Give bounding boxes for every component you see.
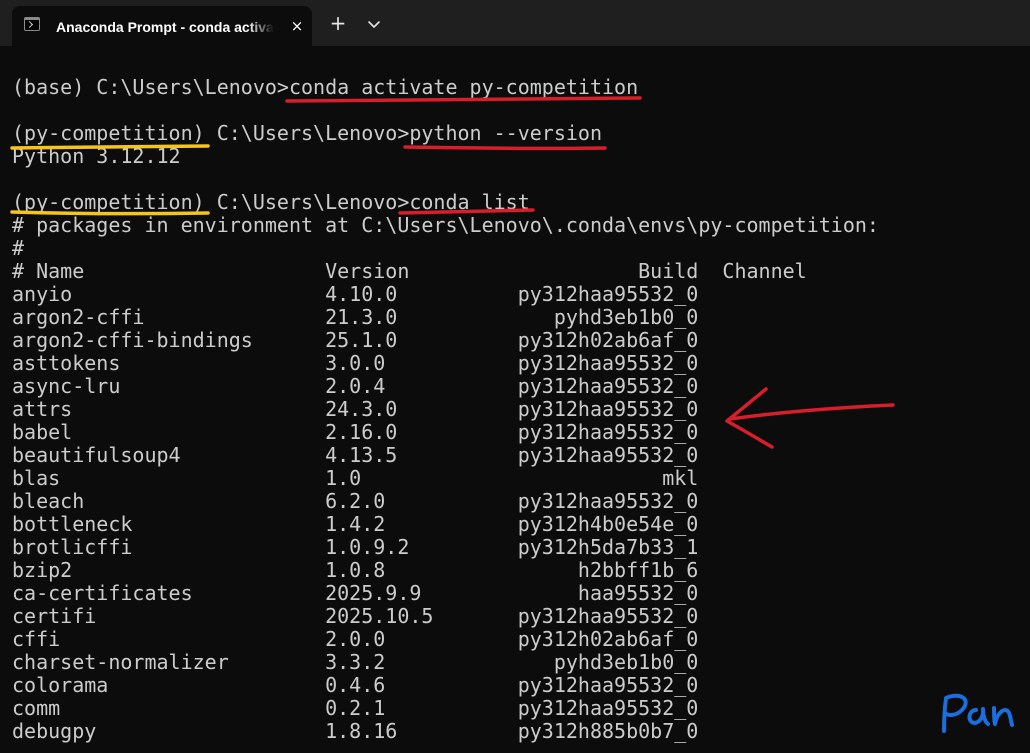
command-line-activate: (base) C:\Users\Lenovo>conda activate py… <box>12 75 639 99</box>
package-row: bleach 6.2.0 py312haa95532_0 <box>12 489 699 513</box>
package-row: attrs 24.3.0 py312haa95532_0 <box>12 397 699 421</box>
package-row: async-lru 2.0.4 py312haa95532_0 <box>12 374 699 398</box>
package-row: asttokens 3.0.0 py312haa95532_0 <box>12 351 699 375</box>
command-line-conda-list: (py-competition) C:\Users\Lenovo>conda l… <box>12 190 530 214</box>
package-row: argon2-cffi-bindings 25.1.0 py312h02ab6a… <box>12 328 699 352</box>
package-table-header: # Name Version Build Channel <box>12 259 807 283</box>
package-row: bzip2 1.0.8 h2bbff1b_6 <box>12 558 699 582</box>
package-row: colorama 0.4.6 py312haa95532_0 <box>12 673 699 697</box>
terminal-output[interactable]: (base) C:\Users\Lenovo>conda activate py… <box>0 46 1030 753</box>
package-row: ca-certificates 2025.9.9 haa95532_0 <box>12 581 699 605</box>
command-line-version: (py-competition) C:\Users\Lenovo>python … <box>12 121 603 145</box>
output-line-version: Python 3.12.12 <box>12 144 181 168</box>
chevron-down-icon[interactable] <box>362 12 386 36</box>
package-row: cffi 2.0.0 py312h02ab6af_0 <box>12 627 699 651</box>
package-row: blas 1.0 mkl <box>12 466 699 490</box>
package-row: comm 0.2.1 py312haa95532_0 <box>12 696 699 720</box>
output-line-comment: # <box>12 236 25 260</box>
terminal-icon <box>24 17 40 31</box>
package-row: argon2-cffi 21.3.0 pyhd3eb1b0_0 <box>12 305 699 329</box>
package-row: bottleneck 1.4.2 py312h4b0e54e_0 <box>12 512 699 536</box>
output-line-env-path: # packages in environment at C:\Users\Le… <box>12 213 879 237</box>
package-row: anyio 4.10.0 py312haa95532_0 <box>12 282 699 306</box>
close-tab-button[interactable]: × <box>288 17 306 35</box>
tab-title: Anaconda Prompt - conda activate py-comp… <box>56 19 274 35</box>
terminal-tab[interactable]: Anaconda Prompt - conda activate py-comp… <box>12 6 312 46</box>
title-bar: Anaconda Prompt - conda activate py-comp… <box>0 0 1030 46</box>
terminal-window: Anaconda Prompt - conda activate py-comp… <box>0 0 1030 753</box>
package-row: beautifulsoup4 4.13.5 py312haa95532_0 <box>12 443 699 467</box>
package-row: certifi 2025.10.5 py312haa95532_0 <box>12 604 699 628</box>
package-row: babel 2.16.0 py312haa95532_0 <box>12 420 699 444</box>
package-row: charset-normalizer 3.3.2 pyhd3eb1b0_0 <box>12 650 699 674</box>
package-row: debugpy 1.8.16 py312h885b0b7_0 <box>12 719 699 743</box>
new-tab-button[interactable]: + <box>326 12 350 36</box>
package-row: brotlicffi 1.0.9.2 py312h5da7b33_1 <box>12 535 699 559</box>
